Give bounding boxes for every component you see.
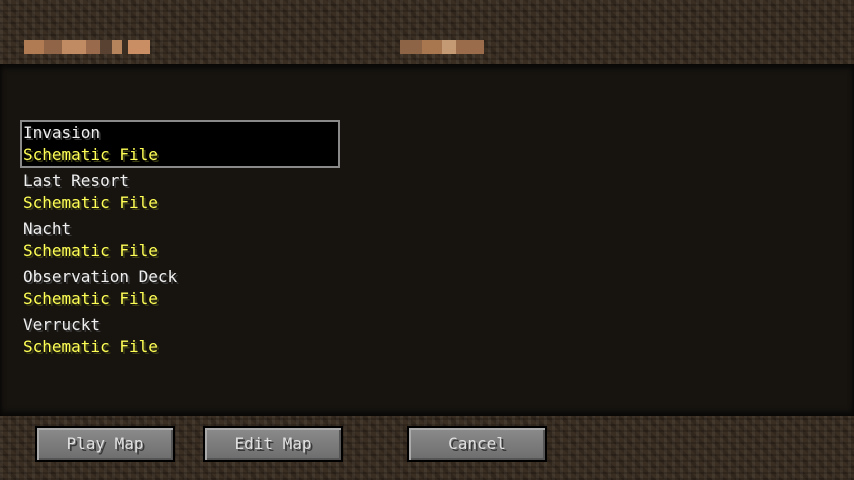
map-type: Schematic File xyxy=(23,337,158,356)
map-list-item[interactable]: Observation Deck Schematic File xyxy=(20,264,340,312)
obscured-title-left xyxy=(24,40,150,54)
map-name: Observation Deck xyxy=(23,267,178,286)
map-name: Nacht xyxy=(23,219,72,238)
map-name: Verruckt xyxy=(23,315,101,334)
map-type: Schematic File xyxy=(23,289,158,308)
map-name: Last Resort xyxy=(23,171,129,190)
map-name: Invasion xyxy=(23,123,101,142)
edit-map-button[interactable]: Edit Map xyxy=(203,426,343,462)
map-list-item[interactable]: Invasion Schematic File xyxy=(20,120,340,168)
map-type: Schematic File xyxy=(23,241,158,260)
map-type: Schematic File xyxy=(23,193,158,212)
header-band xyxy=(0,0,854,64)
cancel-button[interactable]: Cancel xyxy=(407,426,547,462)
play-map-button[interactable]: Play Map xyxy=(35,426,175,462)
map-list-item[interactable]: Last Resort Schematic File xyxy=(20,168,340,216)
map-list: Invasion Schematic File Last Resort Sche… xyxy=(20,120,340,360)
map-select-screen: Invasion Schematic File Last Resort Sche… xyxy=(0,0,854,480)
map-type: Schematic File xyxy=(23,145,158,164)
map-list-item[interactable]: Nacht Schematic File xyxy=(20,216,340,264)
map-list-item[interactable]: Verruckt Schematic File xyxy=(20,312,340,360)
obscured-title-right xyxy=(400,40,484,54)
